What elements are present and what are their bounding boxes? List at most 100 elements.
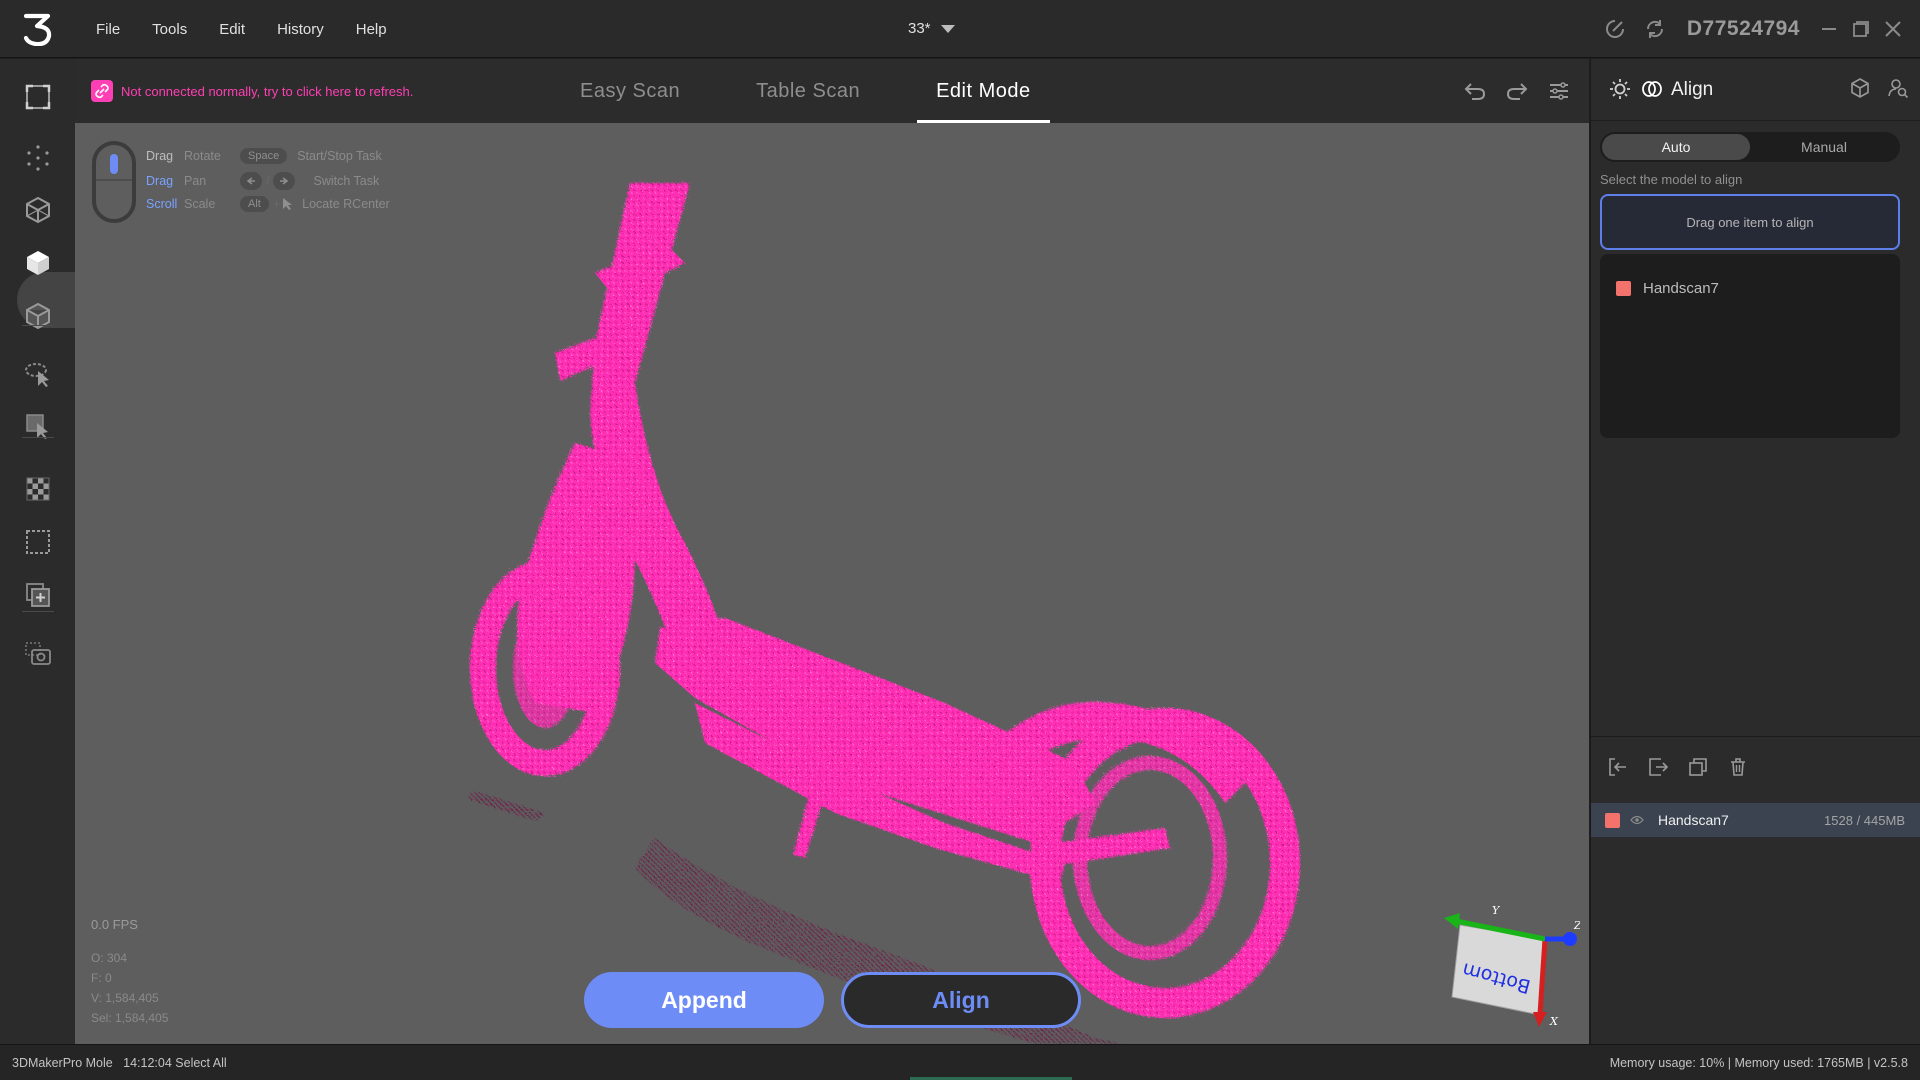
title-right-group: D77524794: [1589, 0, 1920, 58]
maximize-button[interactable]: [1846, 14, 1876, 44]
select-model-label: Select the model to align: [1600, 172, 1743, 187]
lasso-select-icon[interactable]: [18, 354, 58, 394]
panel-header-actions: [1849, 77, 1909, 99]
status-bar: 3DMakerPro Mole 14:12:04 Select All Memo…: [0, 1044, 1920, 1080]
import-icon[interactable]: [1607, 756, 1629, 778]
menu-help[interactable]: Help: [340, 21, 403, 38]
trash-icon[interactable]: [1727, 756, 1749, 778]
minimize-button[interactable]: [1814, 14, 1844, 44]
mouse-icon: [92, 141, 136, 223]
visibility-icon[interactable]: [1630, 815, 1644, 825]
orientation-gizmo[interactable]: Bottom X Y Z: [1410, 877, 1580, 1027]
space-key: Space: [240, 148, 288, 164]
toolbar-divider: [22, 325, 54, 326]
align-mode-toggle: Auto Manual: [1600, 132, 1900, 162]
snapshot-icon[interactable]: [18, 634, 58, 674]
add-layer-icon[interactable]: [18, 575, 58, 615]
dashed-select-icon[interactable]: [18, 522, 58, 562]
stat-sel: Sel: 1,584,405: [91, 1011, 169, 1025]
z-axis-knob: [1563, 932, 1577, 946]
cube-icon[interactable]: [1849, 77, 1871, 99]
x-axis-label: X: [1549, 1015, 1559, 1027]
3d-viewport[interactable]: Not connected normally, try to click her…: [75, 59, 1589, 1044]
left-toolbar: [0, 59, 75, 1044]
align-button[interactable]: Align: [841, 972, 1081, 1028]
menu-edit[interactable]: Edit: [203, 21, 261, 38]
undo-icon[interactable]: [1461, 77, 1489, 105]
solid-view-icon[interactable]: [18, 243, 58, 283]
hint-row-pan: Drag Pan / Switch Task: [146, 172, 380, 190]
status-right: Memory usage: 10% | Memory used: 1765MB …: [1609, 1056, 1908, 1070]
viewport-top-bar: Not connected normally, try to click her…: [75, 59, 1589, 123]
edit-note-icon[interactable]: [1601, 15, 1629, 43]
menu-tools[interactable]: Tools: [136, 21, 203, 38]
light-icon[interactable]: [1609, 78, 1631, 100]
close-button[interactable]: [1878, 14, 1908, 44]
scooter-point-cloud: [470, 183, 1300, 1018]
tab-easy-scan[interactable]: Easy Scan: [561, 59, 699, 123]
link-broken-icon: [91, 80, 113, 102]
y-axis-arrow: [1444, 913, 1460, 929]
alt-key: Alt: [240, 196, 269, 212]
point-cloud-scene[interactable]: [75, 123, 1589, 1044]
app-logo: [23, 13, 52, 46]
cursor-icon: [283, 198, 293, 210]
menu-history[interactable]: History: [261, 21, 340, 38]
mode-tabs: Easy Scan Table Scan Edit Mode: [561, 59, 1088, 123]
fps-counter: 0.0 FPS: [91, 917, 138, 932]
arrow-right-icon: [273, 172, 296, 190]
warning-text: Not connected normally, try to click her…: [121, 83, 414, 99]
mode-manual[interactable]: Manual: [1750, 134, 1898, 160]
panel-title: Align: [1671, 79, 1714, 100]
arrow-left-icon: [240, 172, 262, 190]
align-icon: [1642, 81, 1662, 97]
panel-header: Align: [1591, 59, 1920, 121]
export-icon[interactable]: [1647, 756, 1669, 778]
z-axis-label: Z: [1573, 919, 1580, 932]
title-bar: File Tools Edit History Help 33* D775247…: [0, 0, 1920, 58]
align-panel: Align Auto Manual Select the model to al…: [1590, 59, 1920, 1044]
redo-icon[interactable]: [1503, 77, 1531, 105]
point-cloud-icon[interactable]: [18, 138, 58, 178]
refresh-icon[interactable]: [1641, 15, 1669, 43]
tab-edit-mode[interactable]: Edit Mode: [917, 59, 1050, 123]
viewport-tools: [1461, 77, 1573, 105]
project-selector[interactable]: 33*: [908, 20, 955, 37]
menu-file[interactable]: File: [80, 21, 136, 38]
align-drop-zone[interactable]: Drag one item to align: [1600, 194, 1900, 250]
scan-color-swatch: [1605, 812, 1620, 828]
person-search-icon[interactable]: [1887, 77, 1909, 99]
tab-table-scan[interactable]: Table Scan: [737, 59, 879, 123]
stat-v: V: 1,584,405: [91, 991, 159, 1005]
rect-select-icon[interactable]: [18, 406, 58, 446]
project-name: 33*: [908, 20, 931, 37]
hint-row-scale: Scroll Scale Alt + Locate RCenter: [146, 196, 390, 212]
status-left: 3DMakerPro Mole 14:12:04 Select All: [12, 1056, 227, 1070]
list-item[interactable]: Handscan7: [1616, 280, 1719, 297]
wireframe-icon[interactable]: [18, 190, 58, 230]
connection-warning[interactable]: Not connected normally, try to click her…: [91, 80, 413, 102]
texture-view-icon[interactable]: [18, 296, 58, 336]
scan-name: Handscan7: [1658, 812, 1729, 828]
checker-select-icon[interactable]: [18, 469, 58, 509]
mesh-stats: O: 304 F: 0 V: 1,584,405 Sel: 1,584,405: [91, 948, 168, 1028]
mouse-hints: Drag Rotate Space Start/Stop Task Drag P…: [91, 140, 411, 230]
stat-f: F: 0: [91, 971, 112, 985]
settings-list-icon[interactable]: [1545, 77, 1573, 105]
stat-o: O: 304: [91, 951, 128, 965]
model-name: Handscan7: [1643, 280, 1719, 297]
fit-view-icon[interactable]: [18, 77, 58, 117]
append-button[interactable]: Append: [584, 972, 824, 1028]
chevron-down-icon: [940, 24, 955, 33]
x-axis-arrow: [1533, 1012, 1547, 1027]
duplicate-icon[interactable]: [1687, 756, 1709, 778]
main-menu: File Tools Edit History Help: [80, 0, 403, 58]
toolbar-divider: [22, 437, 54, 438]
mode-auto[interactable]: Auto: [1602, 134, 1750, 160]
scan-size: 1528 / 445MB: [1824, 812, 1905, 828]
model-color-swatch: [1616, 281, 1631, 296]
device-id: D77524794: [1686, 17, 1800, 40]
table-row[interactable]: Handscan7 1528 / 445MB: [1591, 803, 1920, 837]
scan-actions: [1607, 756, 1749, 778]
hint-row-rotate: Drag Rotate Space Start/Stop Task: [146, 148, 382, 164]
